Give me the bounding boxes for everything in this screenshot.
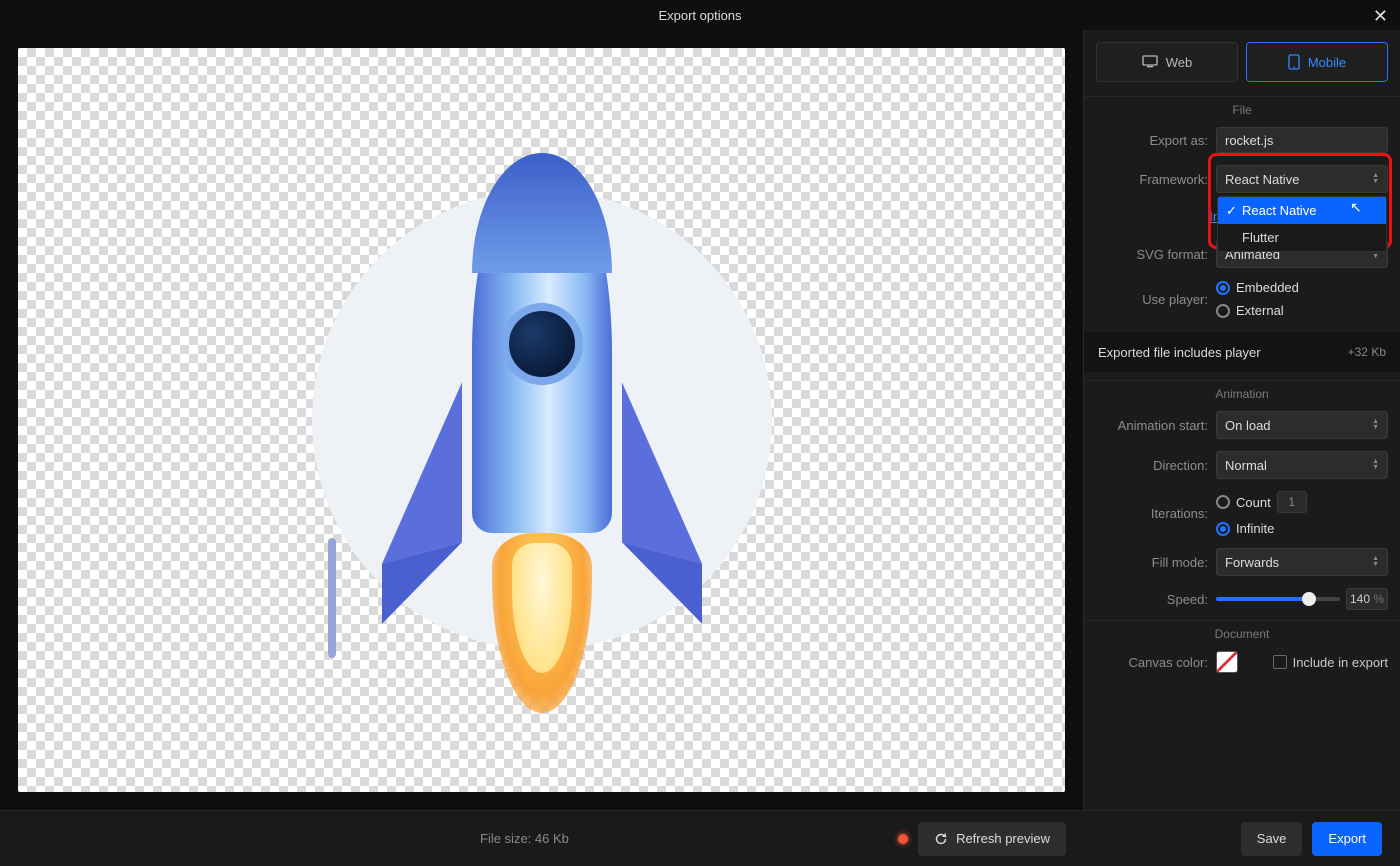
tab-mobile-label: Mobile (1308, 55, 1346, 70)
title-bar: Export options ✕ (0, 0, 1400, 30)
preview-panel (0, 30, 1083, 810)
framework-value: React Native (1225, 172, 1299, 187)
direction-select[interactable]: Normal ▲▼ (1216, 451, 1388, 479)
monitor-icon (1142, 55, 1158, 69)
speed-label: Speed: (1096, 592, 1208, 607)
direction-label: Direction: (1096, 458, 1208, 473)
direction-value: Normal (1225, 458, 1267, 473)
stepper-icon: ▲▼ (1372, 173, 1379, 185)
player-external-radio[interactable]: External (1216, 303, 1284, 318)
radio-icon (1216, 304, 1230, 318)
stepper-icon: ▲▼ (1372, 459, 1379, 471)
section-animation: Animation (1084, 380, 1400, 405)
tab-web-label: Web (1166, 55, 1193, 70)
section-file: File (1084, 96, 1400, 121)
tab-mobile[interactable]: Mobile (1246, 42, 1388, 82)
section-document: Document (1084, 620, 1400, 645)
options-panel: Web Mobile File Export as: Framework: Re… (1083, 30, 1400, 810)
tab-web[interactable]: Web (1096, 42, 1238, 82)
stepper-icon: ▲▼ (1372, 419, 1379, 431)
banner-size: +32 Kb (1348, 345, 1386, 359)
speed-value[interactable]: 140 % (1346, 588, 1388, 610)
player-embedded-radio[interactable]: Embedded (1216, 280, 1299, 295)
refresh-preview-button[interactable]: Refresh preview (918, 822, 1066, 856)
preview-canvas (18, 48, 1065, 792)
window-title: Export options (658, 8, 741, 23)
refresh-icon (934, 832, 948, 846)
stepper-icon: ▲▼ (1372, 556, 1379, 568)
animation-start-select[interactable]: On load ▲▼ (1216, 411, 1388, 439)
include-in-export-checkbox[interactable] (1273, 655, 1287, 669)
framework-option-react-native[interactable]: React Native (1218, 197, 1386, 224)
animation-start-value: On load (1225, 418, 1271, 433)
recording-dot-icon (898, 834, 908, 844)
radio-icon (1216, 495, 1230, 509)
file-size-label: File size: 46 Kb (480, 831, 569, 846)
export-as-label: Export as: (1096, 133, 1208, 148)
framework-dropdown[interactable]: React Native Flutter (1217, 196, 1387, 252)
export-button[interactable]: Export (1312, 822, 1382, 856)
framework-option-flutter[interactable]: Flutter (1218, 224, 1386, 251)
close-icon[interactable]: ✕ (1373, 6, 1388, 27)
animation-start-label: Animation start: (1096, 418, 1208, 433)
mobile-icon (1288, 54, 1300, 70)
iterations-count-radio[interactable]: Count 1 (1216, 491, 1307, 513)
canvas-color-swatch[interactable] (1216, 651, 1238, 673)
framework-label: Framework: (1096, 172, 1208, 187)
canvas-color-label: Canvas color: (1096, 655, 1208, 670)
banner-text: Exported file includes player (1098, 345, 1261, 360)
fill-mode-select[interactable]: Forwards ▲▼ (1216, 548, 1388, 576)
slider-thumb[interactable] (1302, 592, 1316, 606)
framework-select[interactable]: React Native ▲▼ React Native Flutter (1216, 165, 1388, 193)
fill-mode-label: Fill mode: (1096, 555, 1208, 570)
use-player-label: Use player: (1096, 292, 1208, 307)
iterations-label: Iterations: (1096, 506, 1208, 521)
iterations-count-input[interactable]: 1 (1277, 491, 1307, 513)
radio-icon (1216, 522, 1230, 536)
svg-format-label: SVG format: (1096, 247, 1208, 262)
player-size-banner: Exported file includes player +32 Kb (1084, 332, 1400, 372)
radio-icon (1216, 281, 1230, 295)
include-label: Include in export (1293, 655, 1388, 670)
iterations-infinite-radio[interactable]: Infinite (1216, 521, 1274, 536)
speed-slider[interactable] (1216, 589, 1340, 609)
rocket-icon (392, 133, 692, 633)
export-as-input[interactable] (1216, 127, 1388, 153)
fill-mode-value: Forwards (1225, 555, 1279, 570)
footer-bar: File size: 46 Kb Refresh preview Save Ex… (0, 810, 1400, 866)
save-button[interactable]: Save (1241, 822, 1303, 856)
stick-shape (328, 538, 336, 658)
